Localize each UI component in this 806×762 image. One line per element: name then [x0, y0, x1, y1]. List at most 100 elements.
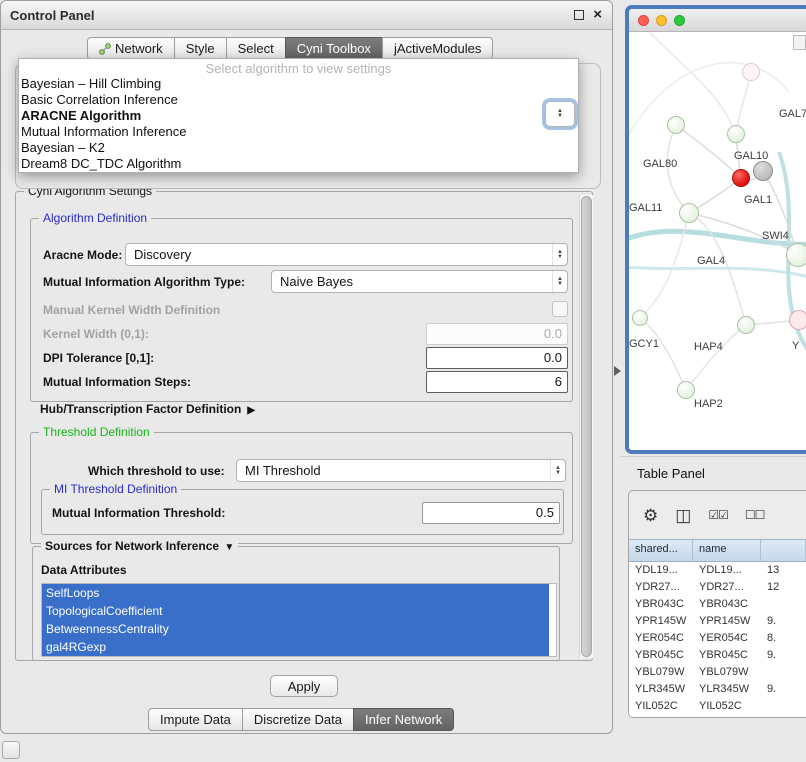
- chevron-down-icon: ▼: [557, 114, 563, 119]
- node-label: GAL80: [643, 158, 677, 170]
- table-body: YDL19...YDL19...13 YDR27...YDR27...12 YB…: [629, 562, 806, 718]
- gear-icon[interactable]: ⚙: [643, 507, 658, 524]
- float-window-icon[interactable]: [574, 10, 584, 20]
- table-row[interactable]: YER054CYER054C8.: [629, 630, 806, 647]
- list-item[interactable]: TopologicalCoefficient: [42, 602, 549, 620]
- sources-group: Sources for Network Inference ▼ Data Att…: [32, 546, 560, 661]
- table-row[interactable]: YPR145WYPR145W9.: [629, 613, 806, 630]
- tab-select[interactable]: Select: [226, 37, 286, 60]
- network-node-selected-red[interactable]: [732, 169, 750, 187]
- dropdown-item[interactable]: Bayesian – Hill Climbing: [19, 76, 578, 92]
- group-title: Algorithm Definition: [39, 211, 151, 225]
- list-item[interactable]: SelfLoops: [42, 584, 549, 602]
- close-traffic-light-icon[interactable]: [638, 15, 649, 26]
- network-node[interactable]: [753, 161, 773, 181]
- network-icon: [99, 43, 111, 55]
- mi-steps-label: Mutual Information Steps:: [43, 375, 191, 389]
- table-row[interactable]: YBL079WYBL079W: [629, 664, 806, 681]
- algorithm-definition-group: Algorithm Definition Aracne Mode: Discov…: [30, 218, 573, 402]
- algorithm-combo-stepper[interactable]: ▲ ▼: [545, 101, 575, 127]
- hub-definition-toggle[interactable]: Hub/Transcription Factor Definition▶: [40, 402, 255, 416]
- network-window-titlebar: [629, 9, 806, 32]
- collapsed-panel-icon[interactable]: [2, 741, 20, 759]
- mi-threshold-label: Mutual Information Threshold:: [52, 506, 225, 520]
- kernel-width-label: Kernel Width (0,1):: [43, 327, 149, 341]
- table-panel-title: Table Panel: [637, 466, 705, 481]
- table-toolbar: ⚙ ◫ ☑☑ ☐☐: [629, 491, 806, 539]
- node-label: SWI4: [762, 230, 789, 242]
- scrollbar-thumb[interactable]: [581, 196, 592, 657]
- table-row[interactable]: YBR043CYBR043C: [629, 596, 806, 613]
- network-canvas[interactable]: GAL80 GAL10 GAL7 GAL11 GAL1 SWI4 GAL4 GC…: [629, 32, 806, 451]
- panel-divider: [620, 456, 806, 457]
- dropdown-item[interactable]: Mutual Information Inference: [19, 124, 578, 140]
- tab-infer-network[interactable]: Infer Network: [353, 708, 454, 731]
- dpi-tolerance-label: DPI Tolerance [0,1]:: [43, 351, 154, 365]
- window-title: Control Panel: [10, 8, 95, 23]
- node-label: Y: [792, 340, 799, 352]
- table-row[interactable]: YBR045CYBR045C9.: [629, 647, 806, 664]
- threshold-definition-group: Threshold Definition Which threshold to …: [30, 432, 573, 544]
- columns-icon[interactable]: ◫: [675, 507, 691, 524]
- combo-arrows-icon: ▲▼: [552, 271, 567, 292]
- manual-kernel-checkbox[interactable]: [552, 301, 568, 317]
- network-node[interactable]: [742, 63, 760, 81]
- network-node[interactable]: [667, 116, 685, 134]
- mi-threshold-field[interactable]: 0.5: [422, 502, 560, 524]
- sources-toggle[interactable]: Sources for Network Inference ▼: [41, 539, 238, 553]
- table-row[interactable]: YDR27...YDR27...12: [629, 579, 806, 596]
- close-icon[interactable]: ×: [593, 8, 602, 22]
- group-title: MI Threshold Definition: [50, 482, 181, 496]
- dropdown-item-selected[interactable]: ARACNE Algorithm: [19, 108, 578, 124]
- aracne-mode-select[interactable]: Discovery ▲▼: [125, 243, 568, 266]
- tab-jactivemodules[interactable]: jActiveModules: [382, 37, 493, 60]
- mi-type-label: Mutual Information Algorithm Type:: [43, 275, 245, 289]
- panel-splitter-arrow[interactable]: [614, 366, 621, 376]
- list-item[interactable]: gal4RGexp: [42, 638, 549, 656]
- select-all-icon[interactable]: ☑☑: [708, 507, 728, 524]
- which-threshold-select[interactable]: MI Threshold ▲▼: [236, 459, 566, 482]
- dropdown-item[interactable]: Bayesian – K2: [19, 140, 578, 156]
- network-node[interactable]: [679, 203, 699, 223]
- control-panel-window: Control Panel × Network Style Select Cyn…: [0, 0, 613, 734]
- tab-network[interactable]: Network: [87, 37, 175, 60]
- network-node[interactable]: [737, 316, 755, 334]
- node-label: GAL1: [744, 194, 772, 206]
- network-node[interactable]: [727, 125, 745, 143]
- network-node[interactable]: [632, 310, 648, 326]
- network-node[interactable]: [789, 310, 806, 330]
- tab-impute-data[interactable]: Impute Data: [148, 708, 243, 731]
- dpi-tolerance-field[interactable]: 0.0: [426, 347, 568, 369]
- node-label: GAL7: [779, 108, 806, 120]
- algorithm-dropdown-popup: Select algorithm to view settings Bayesi…: [18, 58, 579, 173]
- dropdown-item[interactable]: Basic Correlation Inference: [19, 92, 578, 108]
- mi-steps-field[interactable]: 6: [426, 371, 568, 393]
- network-node[interactable]: [677, 381, 695, 399]
- network-node[interactable]: [786, 243, 806, 267]
- kernel-width-field[interactable]: 0.0: [426, 323, 568, 345]
- list-item[interactable]: BetweennessCentrality: [42, 620, 549, 638]
- mi-type-select[interactable]: Naive Bayes ▲▼: [271, 270, 568, 293]
- table-panel-window: ⚙ ◫ ☑☑ ☐☐ shared... name YDL19...YDL19..…: [628, 490, 806, 718]
- apply-button[interactable]: Apply: [270, 675, 338, 697]
- table-row[interactable]: YLR345WYLR345W9.: [629, 681, 806, 698]
- node-label: GCY1: [629, 338, 659, 350]
- minimize-traffic-light-icon[interactable]: [656, 15, 667, 26]
- table-row[interactable]: YDL19...YDL19...13: [629, 562, 806, 579]
- network-scrollbar-button[interactable]: [793, 35, 806, 50]
- tab-cyni-toolbox[interactable]: Cyni Toolbox: [285, 37, 383, 60]
- dropdown-item[interactable]: Dream8 DC_TDC Algorithm: [19, 156, 578, 172]
- column-header[interactable]: name: [693, 540, 761, 561]
- column-header[interactable]: shared...: [629, 540, 693, 561]
- network-view-window: GAL80 GAL10 GAL7 GAL11 GAL1 SWI4 GAL4 GC…: [625, 5, 806, 454]
- zoom-traffic-light-icon[interactable]: [674, 15, 685, 26]
- desktop: Control Panel × Network Style Select Cyn…: [0, 0, 806, 762]
- tab-discretize-data[interactable]: Discretize Data: [242, 708, 354, 731]
- table-row[interactable]: YIL052CYIL052C: [629, 698, 806, 715]
- node-label: GAL10: [734, 150, 768, 162]
- tab-style[interactable]: Style: [174, 37, 227, 60]
- cyni-algorithm-settings-group: Cyni Algorithm Settings Algorithm Defini…: [15, 191, 593, 661]
- settings-scrollbar[interactable]: [579, 195, 593, 658]
- deselect-all-icon[interactable]: ☐☐: [745, 507, 765, 524]
- column-header[interactable]: [761, 540, 806, 561]
